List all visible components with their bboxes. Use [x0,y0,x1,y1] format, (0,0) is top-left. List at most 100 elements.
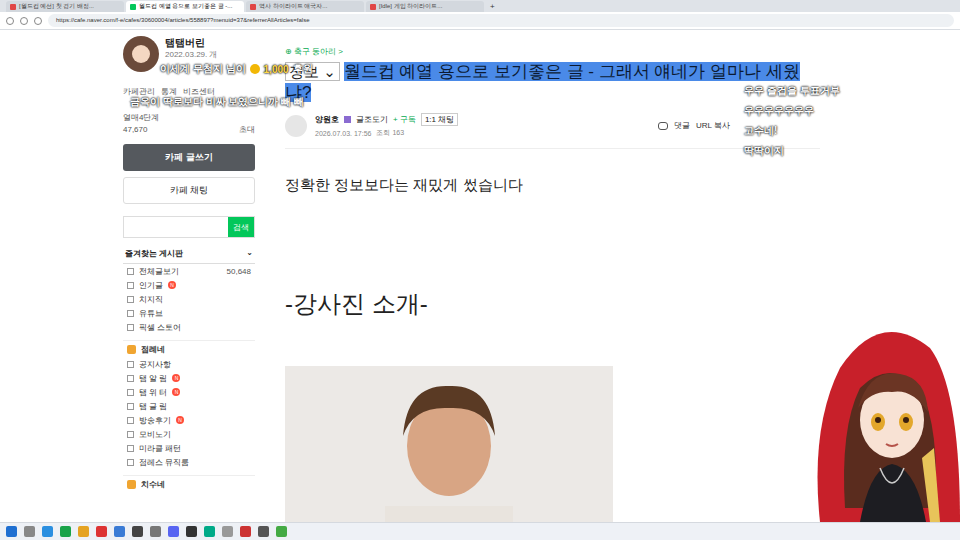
profile-avatar-icon[interactable] [123,36,159,72]
app-icon[interactable] [150,526,161,537]
board-icon [127,445,134,452]
group-icon [127,480,136,489]
sidebar-item[interactable]: 탬 글 림 [123,399,255,413]
board-icon [127,431,134,438]
comment-icon[interactable] [658,122,668,130]
item-count: 50,648 [227,267,251,276]
sidebar-item[interactable]: 탬 알 림N [123,371,255,385]
browser-tab[interactable]: [월드컵 예선] 첫 경기 배정... [6,1,124,12]
url-copy[interactable]: URL 복사 [696,120,730,131]
favorites-header[interactable]: 즐겨찾는 게시판⌄ [123,238,255,264]
new-badge: N [172,388,180,396]
app-icon[interactable] [258,526,269,537]
app-icon[interactable] [60,526,71,537]
donation-message: 금옥이 딱로보다 비싸 보였으니까 빼 빼 [130,95,304,109]
tab-label: [월드컵 예선] 첫 경기 배정... [19,1,94,12]
app-icon[interactable] [240,526,251,537]
app-icon[interactable] [222,526,233,537]
author-line: 양원호글조도기+ 구독1:1 채팅 [315,113,458,126]
subscribe-button[interactable]: + 구독 [393,114,416,125]
board-icon [127,268,134,275]
app-icon[interactable] [132,526,143,537]
donation-suffix: 후원 [293,62,313,76]
board-link[interactable]: ⊕ 축구 동아리 > [285,30,820,58]
sidebar-item[interactable]: 인기글 N [123,278,255,292]
tab-bar: [월드컵 예선] 첫 경기 배정... 월드컵 예열 용으로 보기좋은 글 -..… [0,0,960,12]
app-icon[interactable] [204,526,215,537]
app-icon[interactable] [96,526,107,537]
sidebar-item[interactable]: 치수네 [123,475,255,492]
invite-link[interactable]: 초대 [239,124,255,136]
favicon-icon [10,4,16,10]
browser-tab[interactable]: 월드컵 예열 용으로 보기좋은 글 -... [126,1,244,12]
app-icon[interactable] [276,526,287,537]
browser-tab[interactable]: [Idle] 게임 하이라이트... [366,1,484,12]
board-icon [127,417,134,424]
browser-tab[interactable]: 역사 하이라이트 애국자... [246,1,364,12]
board-icon [127,324,134,331]
post-date: 2026.07.03. 17:56 [315,130,371,137]
back-icon[interactable] [6,17,14,25]
author-info: 양원호글조도기+ 구독1:1 채팅2026.07.03. 17:56조회 163 [315,113,458,138]
board-icon [127,361,134,368]
sidebar-item[interactable]: 전체글보기 50,648 [123,264,255,278]
new-tab-button[interactable]: + [486,1,499,12]
item-label: 탬 알 림 [139,373,167,384]
coin-icon [250,64,260,74]
app-icon[interactable] [168,526,179,537]
url-field[interactable]: https://cafe.naver.com/f-e/cafes/3060000… [48,14,954,27]
chat-button[interactable]: 카페 채팅 [123,177,255,204]
member-count: 47,670 [123,124,147,136]
board-icon [127,310,134,317]
stream-chat: 우우 즐겁을 투표거부우우우우우우우고수네!딱딱이지 [744,84,840,158]
grade-icon [344,116,351,123]
app-icon[interactable] [42,526,53,537]
new-badge: N [168,281,176,289]
item-label: 인기글 [139,280,163,291]
chat-message: 딱딱이지 [744,144,840,158]
item-label: 탬 위 터 [139,387,167,398]
item-label: 전체글보기 [139,266,179,277]
item-label: 치지직 [139,294,163,305]
forward-icon[interactable] [20,17,28,25]
item-label: 유튜브 [139,308,163,319]
sidebar-item[interactable]: 픽셀 스토어 [123,320,255,334]
collapse-icon[interactable]: ⌄ [246,248,253,259]
article: ⊕ 축구 동아리 >정보 ⌄월드컵 예열 용으로 보기좋은 글 - 그래서 얘네… [285,30,820,522]
sidebar-item[interactable]: 점레스 뮤직룸 [123,455,255,469]
comment-link[interactable]: 댓글 [674,120,690,131]
sidebar-item[interactable]: 점례네 [123,340,255,357]
write-button[interactable]: 카페 글쓰기 [123,144,255,171]
members-row: 47,670 초대 [123,124,255,136]
app-icon[interactable] [114,526,125,537]
app-icon[interactable] [186,526,197,537]
reload-icon[interactable] [34,17,42,25]
sidebar-item[interactable]: 치지직 [123,292,255,306]
sidebar-item[interactable]: 공지사항 [123,357,255,371]
profile-text: 탬탬버린2022.03.29. 개 [165,36,217,60]
sidebar-item[interactable]: 유튜브 [123,306,255,320]
address-bar: https://cafe.naver.com/f-e/cafes/3060000… [0,12,960,30]
section-heading: -강사진 소개- [285,289,820,319]
sidebar-item[interactable]: 모비노기 [123,427,255,441]
left-gutter [0,30,123,522]
new-badge: N [172,374,180,382]
app-icon[interactable] [24,526,35,537]
search-input[interactable] [124,217,228,237]
author-avatar-icon[interactable] [285,115,307,137]
app-icon[interactable] [78,526,89,537]
author-name[interactable]: 양원호 [315,114,339,125]
author-row: 양원호글조도기+ 구독1:1 채팅2026.07.03. 17:56조회 163… [285,113,820,149]
tab-label: 월드컵 예열 용으로 보기좋은 글 -... [139,1,232,12]
sidebar-item[interactable]: 방송후기N [123,413,255,427]
start-icon[interactable] [6,526,17,537]
profile-name[interactable]: 탬탬버린 [165,36,217,49]
item-label: 점레스 뮤직룸 [139,457,189,468]
sidebar-item[interactable]: 미라클 패턴 [123,441,255,455]
title-text: 월드컵 예열 용으로 보기좋은 글 - 그래서 얘네가 얼마나 세웠냐? [285,62,800,102]
chat-button[interactable]: 1:1 채팅 [421,113,458,126]
sidebar-item[interactable]: 탬 위 터N [123,385,255,399]
search-button[interactable]: 검색 [228,217,254,237]
favicon-icon [130,4,136,10]
donation-amount: 1,000 [264,64,289,75]
